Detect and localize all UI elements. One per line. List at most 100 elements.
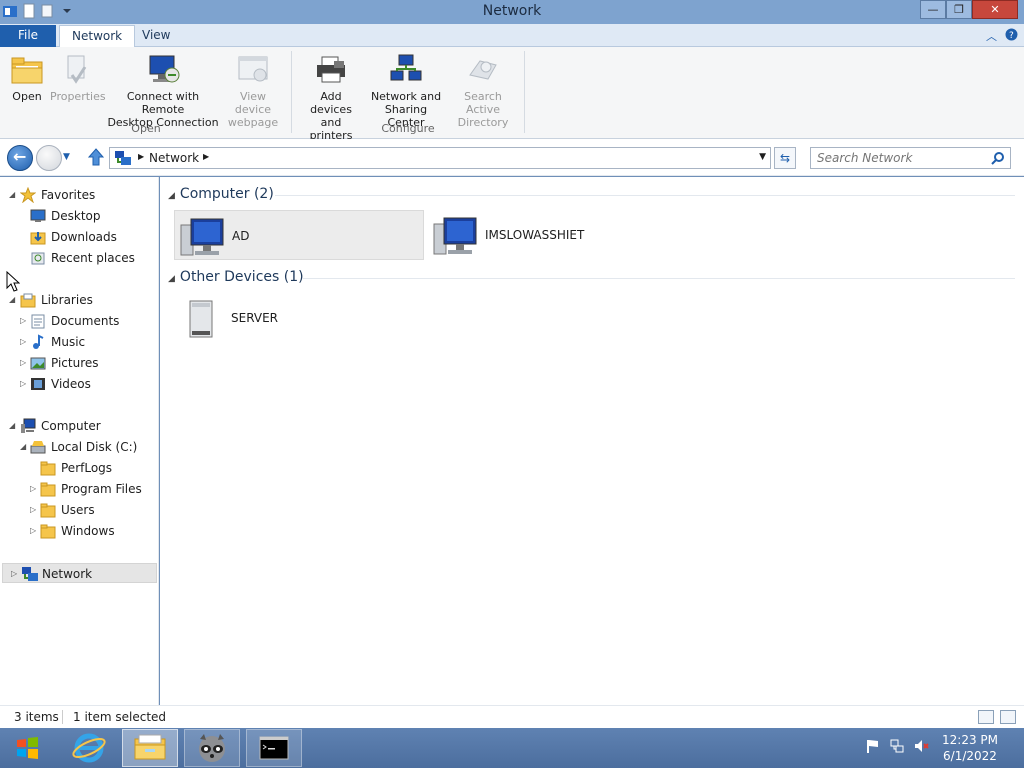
- nav-desktop[interactable]: Desktop: [0, 206, 159, 226]
- nav-perflogs[interactable]: PerfLogs: [0, 458, 159, 478]
- view-buttons: [978, 710, 1016, 724]
- group-header-other-devices[interactable]: ◢ Other Devices (1): [168, 269, 304, 285]
- status-divider: [62, 710, 63, 724]
- item-computer-imslowasshiet[interactable]: IMSLOWASSHIET: [428, 210, 678, 260]
- expand-icon[interactable]: ▷: [30, 500, 40, 520]
- properties-button[interactable]: Properties: [50, 53, 106, 103]
- close-button[interactable]: ✕: [972, 0, 1018, 19]
- address-bar[interactable]: ▶ Network ▶ ▼: [109, 147, 771, 169]
- tab-view[interactable]: View: [130, 25, 182, 47]
- large-icons-view-icon[interactable]: [1000, 710, 1016, 724]
- breadcrumb-separator-icon[interactable]: ▶: [138, 152, 144, 161]
- volume-muted-icon[interactable]: [913, 738, 929, 754]
- recent-pages-dropdown[interactable]: ▼: [63, 152, 70, 162]
- taskbar-file-explorer[interactable]: [122, 729, 178, 767]
- nav-videos[interactable]: ▷ Videos: [0, 374, 159, 394]
- collapse-icon[interactable]: ◢: [9, 416, 19, 436]
- up-button[interactable]: [87, 147, 105, 170]
- nav-music[interactable]: ▷ Music: [0, 332, 159, 352]
- search-box[interactable]: [810, 147, 1011, 169]
- nav-libraries[interactable]: ◢ Libraries: [0, 290, 159, 310]
- group-header-computer[interactable]: ◢ Computer (2): [168, 186, 274, 202]
- ribbon: Open Properties Connect with Remote Desk…: [0, 47, 1024, 142]
- tab-file[interactable]: File: [0, 25, 56, 47]
- expand-icon[interactable]: ▷: [30, 479, 40, 499]
- libraries-icon: [20, 292, 36, 308]
- star-icon: [19, 186, 37, 204]
- search-icon[interactable]: [991, 151, 1005, 165]
- address-row: ← ▼ ▶ Network ▶ ▼ ⇆: [0, 139, 1024, 176]
- tab-network[interactable]: Network: [59, 25, 136, 48]
- properties-icon: [59, 53, 93, 87]
- start-button[interactable]: [0, 729, 56, 767]
- webpage-icon: [236, 53, 270, 87]
- open-button[interactable]: Open: [8, 53, 46, 103]
- expand-icon[interactable]: ▷: [11, 564, 21, 584]
- nav-windows[interactable]: ▷ Windows: [0, 521, 159, 541]
- collapse-icon[interactable]: ◢: [9, 185, 19, 205]
- raccoon-icon: [199, 734, 225, 762]
- action-center-flag-icon[interactable]: [865, 738, 881, 754]
- nav-downloads[interactable]: Downloads: [0, 227, 159, 247]
- details-view-icon[interactable]: [978, 710, 994, 724]
- system-clock[interactable]: 12:23 PM 6/1/2022: [942, 732, 998, 764]
- taskbar-internet-explorer[interactable]: [61, 729, 117, 767]
- back-button[interactable]: ←: [7, 145, 33, 171]
- group-divider: [303, 278, 1015, 279]
- breadcrumb-network[interactable]: Network: [149, 151, 199, 165]
- view-device-webpage-button[interactable]: View device webpage: [222, 53, 284, 129]
- nav-users[interactable]: ▷ Users: [0, 500, 159, 520]
- collapse-icon[interactable]: ◢: [20, 437, 30, 457]
- item-computer-ad[interactable]: AD: [174, 210, 424, 260]
- address-dropdown-icon[interactable]: ▼: [759, 152, 766, 162]
- connect-remote-desktop-button[interactable]: Connect with Remote Desktop Connection: [106, 53, 220, 129]
- item-device-server[interactable]: SERVER: [174, 293, 424, 343]
- folder-icon: [40, 523, 56, 539]
- remote-desktop-icon: [146, 53, 180, 87]
- nav-favorites[interactable]: ◢ Favorites: [0, 185, 159, 205]
- nav-program-files[interactable]: ▷ Program Files: [0, 479, 159, 499]
- windows-logo-icon: [17, 737, 38, 759]
- network-status-icon[interactable]: [889, 738, 905, 754]
- expand-icon[interactable]: ▷: [20, 332, 30, 352]
- taskbar-command-prompt[interactable]: [246, 729, 302, 767]
- ribbon-tabs: File Network View ︿ ?: [0, 24, 1024, 48]
- internet-explorer-icon: [72, 733, 106, 763]
- videos-icon: [30, 376, 46, 392]
- breadcrumb-separator-icon[interactable]: ▶: [203, 152, 209, 161]
- help-icon[interactable]: ?: [1005, 28, 1018, 44]
- nav-recent-places[interactable]: Recent places: [0, 248, 159, 268]
- group-divider: [275, 195, 1015, 196]
- taskbar: 12:23 PM 6/1/2022: [0, 728, 1024, 768]
- window-title: Network: [482, 3, 542, 19]
- group-label-open: Open: [131, 122, 161, 135]
- ribbon-divider: [524, 51, 525, 133]
- maximize-button[interactable]: ❐: [946, 0, 972, 19]
- nav-computer[interactable]: ◢ Computer: [0, 416, 159, 436]
- expand-icon[interactable]: ▷: [20, 353, 30, 373]
- expand-icon[interactable]: ▷: [20, 311, 30, 331]
- open-folder-icon: [10, 53, 44, 87]
- search-input[interactable]: [811, 148, 981, 168]
- directory-search-icon: [466, 53, 500, 87]
- search-active-directory-button[interactable]: Search Active Directory: [448, 53, 518, 129]
- taskbar-app-raccoon[interactable]: [184, 729, 240, 767]
- title-bar: Network — ❐ ✕: [0, 0, 1024, 24]
- nav-network[interactable]: ▷ Network: [2, 563, 157, 583]
- refresh-button[interactable]: ⇆: [774, 147, 796, 169]
- nav-local-disk[interactable]: ◢ Local Disk (C:): [0, 437, 159, 457]
- nav-documents[interactable]: ▷ Documents: [0, 311, 159, 331]
- expand-icon[interactable]: ▷: [30, 521, 40, 541]
- forward-button[interactable]: [36, 145, 62, 171]
- chevron-up-icon[interactable]: ︿: [986, 28, 997, 44]
- expand-icon[interactable]: ▷: [20, 374, 30, 394]
- server-icon: [178, 297, 226, 341]
- minimize-button[interactable]: —: [920, 0, 946, 19]
- add-devices-button[interactable]: Add devices and printers: [298, 53, 364, 142]
- nav-pictures[interactable]: ▷ Pictures: [0, 353, 159, 373]
- printer-icon: [314, 53, 348, 87]
- desktop-icon: [30, 208, 46, 224]
- computer-icon: [20, 418, 36, 434]
- network-sharing-center-button[interactable]: Network and Sharing Center: [366, 53, 446, 129]
- mouse-cursor: [6, 270, 21, 296]
